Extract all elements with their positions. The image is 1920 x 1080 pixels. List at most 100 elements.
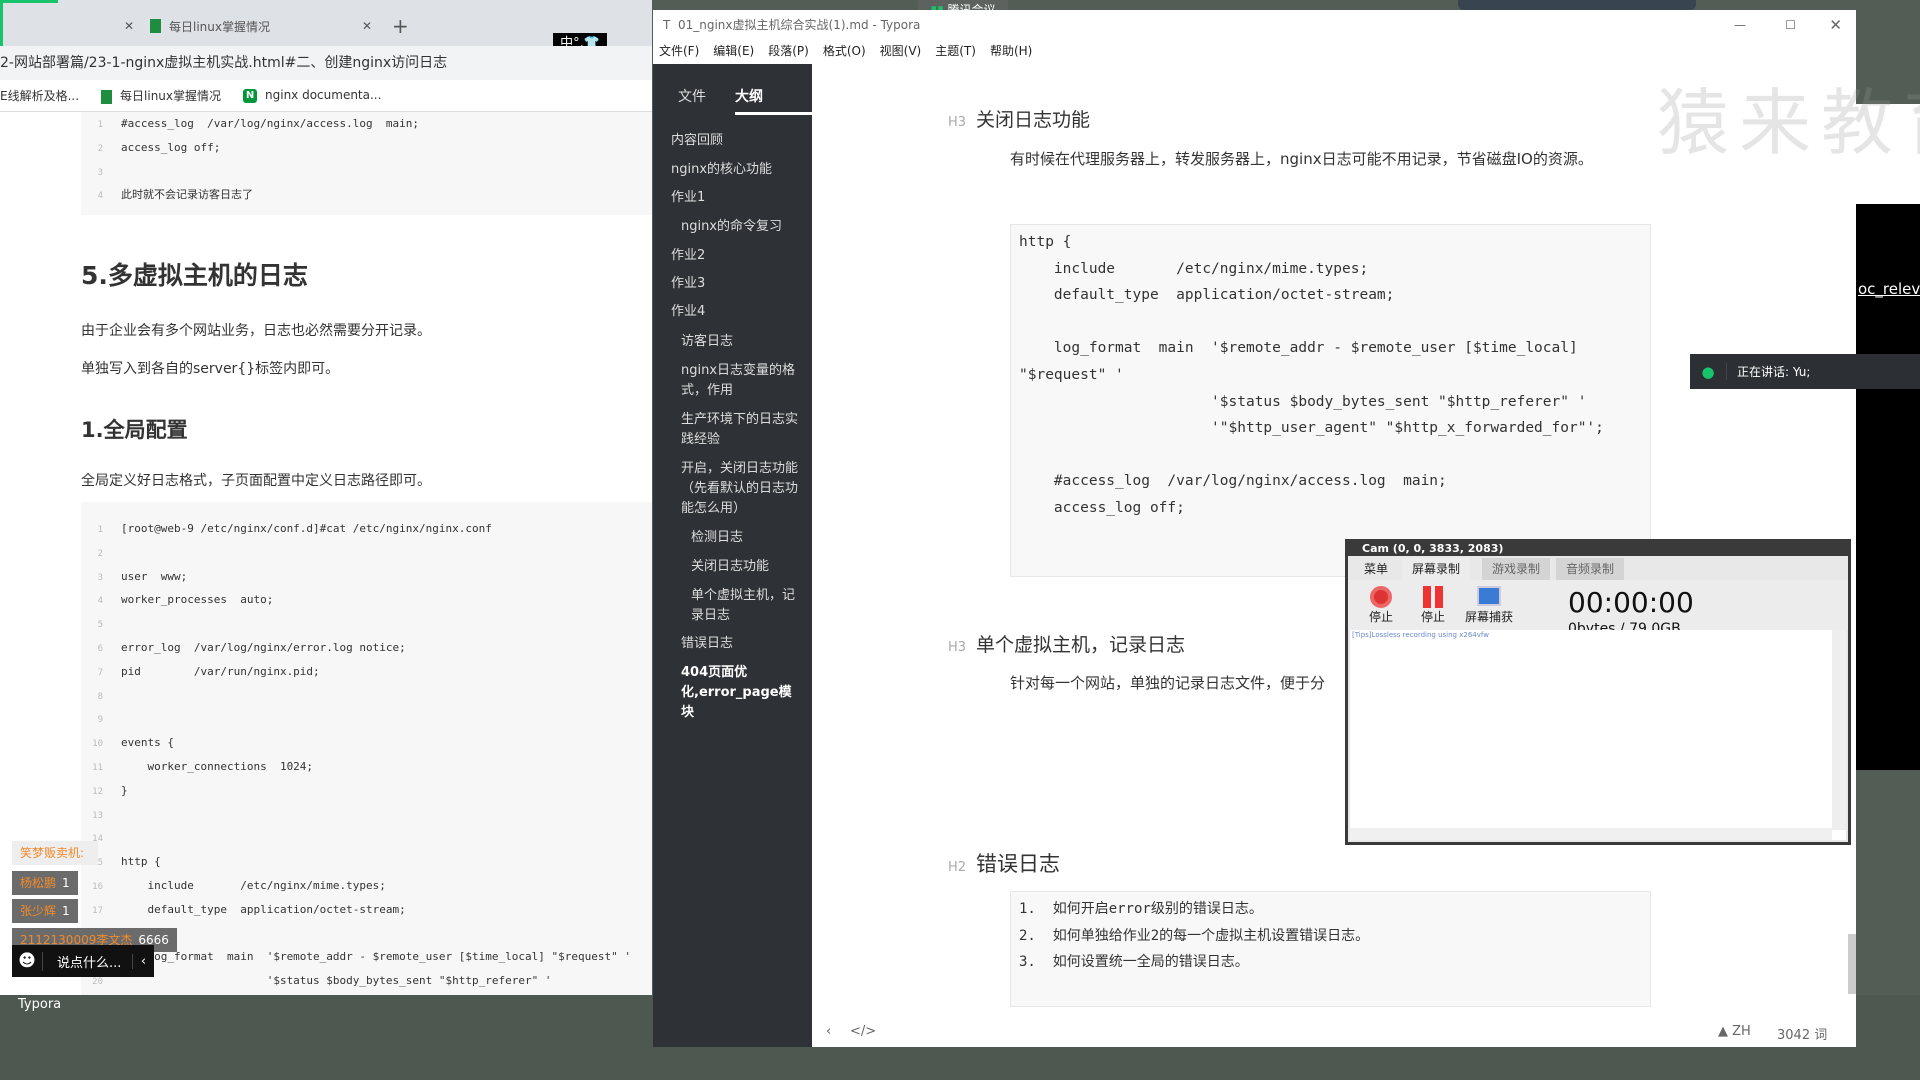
menu-item[interactable]: 文件(F) — [659, 40, 699, 62]
recorder-tab[interactable]: 菜单 — [1354, 558, 1398, 580]
code-line: http { — [1019, 234, 1072, 250]
outline-item[interactable]: 访客日志 — [681, 332, 803, 352]
code-text: '$status $body_bytes_sent "$http_referer… — [121, 974, 552, 988]
background-terminal: oc_releva — [1856, 204, 1920, 770]
vertical-scrollbar[interactable] — [1832, 630, 1846, 830]
word-count[interactable]: 3042 词 — [1777, 1024, 1827, 1043]
line-number: 3 — [97, 572, 103, 583]
tab-1[interactable]: ✕ — [0, 6, 134, 46]
chat-input[interactable]: ☻ 说点什么... ‹ — [12, 945, 154, 977]
menu-item[interactable]: 编辑(E) — [713, 40, 754, 62]
list-item: 2. 如何单独给作业2的每一个虚拟主机设置错误日志。 — [1019, 927, 1370, 944]
bookmark-3[interactable]: Nnginx documenta... — [243, 88, 381, 103]
emoji-icon[interactable]: ☻ — [12, 951, 42, 971]
sheet-icon — [101, 89, 113, 104]
horizontal-scrollbar[interactable] — [1350, 828, 1832, 840]
code-line: 17 default_type application/octet-stream… — [81, 898, 406, 922]
floating-toolbar — [1458, 0, 1696, 10]
address-bar[interactable]: 2-网站部署篇/23-1-nginx虚拟主机实战.html#二、创建nginx访… — [0, 46, 652, 80]
tab-2[interactable]: 每日linux掌握情况 ✕ — [150, 6, 372, 46]
recorder-tab[interactable]: 音频录制 — [1556, 558, 1625, 580]
heading-close-log: H3 关闭日志功能 — [948, 105, 1090, 132]
code-line: 3 user www; — [81, 565, 188, 589]
code-block-1: 1 #access_log /var/log/nginx/access.log m… — [81, 112, 652, 215]
code-line: 7 pid /var/run/nginx.pid; — [81, 660, 320, 684]
outline-item[interactable]: 开启，关闭日志功能（先看默认的日志功能怎么用） — [681, 459, 803, 519]
code-line: 2 — [81, 541, 121, 565]
outline-item[interactable]: nginx日志变量的格式，作用 — [681, 361, 803, 401]
scrollbar[interactable] — [1848, 934, 1856, 994]
list-block[interactable]: 1. 如何开启error级别的错误日志。 2. 如何单独给作业2的每一个虚拟主机设… — [1010, 891, 1651, 1007]
link-text[interactable]: oc_releva — [1858, 280, 1920, 298]
maximize-icon[interactable]: ☐ — [1785, 10, 1796, 40]
chat-user: 杨松鹏 — [20, 876, 57, 890]
code-text: #access_log /var/log/nginx/access.log ma… — [121, 117, 420, 130]
code-block-2: 1 [root@web-9 /etc/nginx/conf.d]#cat /etc… — [81, 502, 652, 995]
line-number: 2 — [97, 143, 103, 154]
outline-item[interactable]: 作业4 — [671, 302, 803, 322]
source-code-icon[interactable]: </> — [850, 1024, 876, 1039]
new-tab-button[interactable]: + — [392, 6, 409, 46]
close-icon[interactable]: ✕ — [362, 19, 372, 33]
outline-item[interactable]: 生产环境下的日志实践经验 — [681, 410, 803, 450]
outline-item[interactable]: 错误日志 — [681, 634, 803, 654]
close-icon[interactable]: ✕ — [1829, 10, 1842, 40]
typora-window: T 01_nginx虚拟主机综合实战(1).md - Typora — ☐ ✕ … — [653, 10, 1920, 1047]
outline-item[interactable]: nginx的核心功能 — [671, 160, 803, 180]
chevron-left-icon[interactable]: ‹ — [132, 953, 154, 969]
url-text: 2-网站部署篇/23-1-nginx虚拟主机实战.html#二、创建nginx访… — [0, 55, 448, 71]
line-number: 4 — [97, 596, 103, 607]
chat-placeholder: 说点什么... — [42, 951, 132, 971]
code-line: 4 worker_processes auto; — [81, 588, 274, 612]
language-indicator[interactable]: ▲ ZH — [1718, 1024, 1751, 1039]
taskbar-item-typora[interactable]: Typora — [18, 997, 61, 1012]
recorder-tab[interactable]: 屏幕录制 — [1402, 558, 1471, 580]
menu-item[interactable]: 帮助(H) — [990, 40, 1032, 62]
button-label: 停止 — [1368, 610, 1393, 624]
recorder-tab[interactable]: 游戏录制 — [1482, 558, 1551, 580]
outline-item[interactable]: 检测日志 — [691, 528, 803, 548]
outline-item[interactable]: 内容回顾 — [671, 131, 803, 151]
menu-item[interactable]: 主题(T) — [935, 40, 976, 62]
code-text: events { — [121, 736, 174, 750]
outline-item[interactable]: 作业3 — [671, 274, 803, 294]
code-line: 5 — [81, 612, 121, 636]
line-number: 1 — [97, 525, 103, 535]
bookmark-1[interactable]: E线解析及格... — [0, 87, 79, 104]
menu-item[interactable]: 视图(V) — [880, 40, 922, 62]
stop-button[interactable]: 停止 — [1356, 586, 1406, 625]
line-number: 7 — [97, 667, 103, 678]
heading-level-label: H2 — [948, 860, 967, 875]
chevron-left-icon[interactable]: ‹ — [826, 1024, 831, 1039]
menu-item[interactable]: 段落(P) — [768, 40, 809, 62]
line-number: 6 — [97, 644, 103, 654]
outline-item[interactable]: 作业2 — [671, 246, 803, 266]
code-block[interactable]: http { include /etc/nginx/mime.types; de… — [1010, 224, 1651, 577]
line-number: 16 — [92, 882, 103, 892]
close-icon[interactable]: ✕ — [124, 19, 134, 33]
outline-item[interactable]: 单个虚拟主机，记录日志 — [691, 586, 803, 626]
code-line: '$status $body_bytes_sent "$http_referer… — [1019, 393, 1587, 410]
code-line: 16 include /etc/nginx/mime.types; — [81, 874, 386, 898]
status-bar: ‹ </> ▲ ZH 3042 词 — [812, 1024, 1856, 1047]
minimize-icon[interactable]: — — [1734, 10, 1746, 40]
code-text: include /etc/nginx/mime.types; — [121, 879, 386, 892]
sheet-icon — [150, 19, 161, 33]
screen-capture-button[interactable]: 屏幕捕获 — [1456, 586, 1522, 625]
menu-item[interactable]: 格式(O) — [823, 40, 866, 62]
sidebar-tab-outline[interactable]: 大纲 — [735, 86, 763, 106]
line-number: 8 — [97, 691, 103, 702]
sidebar-tab-files[interactable]: 文件 — [678, 86, 706, 106]
recorder-title: Cam (0, 0, 3833, 2083) — [1348, 542, 1848, 556]
outline-item[interactable]: 404页面优化,error_page模块 — [681, 663, 803, 723]
outline-item[interactable]: 作业1 — [671, 188, 803, 208]
bookmark-2[interactable]: 每日linux掌握情况 — [101, 87, 221, 104]
bookmarks-bar: E线解析及格... 每日linux掌握情况 Nnginx documenta..… — [0, 80, 652, 112]
nginx-icon: N — [243, 88, 258, 103]
code-text: worker_connections 1024; — [121, 760, 314, 773]
outline-item[interactable]: nginx的命令复习 — [681, 217, 803, 237]
heading-global-config: 1.全局配置 — [81, 418, 188, 442]
outline-item[interactable]: 关闭日志功能 — [691, 557, 803, 577]
line-number: 5 — [97, 620, 103, 631]
pause-button[interactable]: 停止 — [1408, 586, 1458, 625]
